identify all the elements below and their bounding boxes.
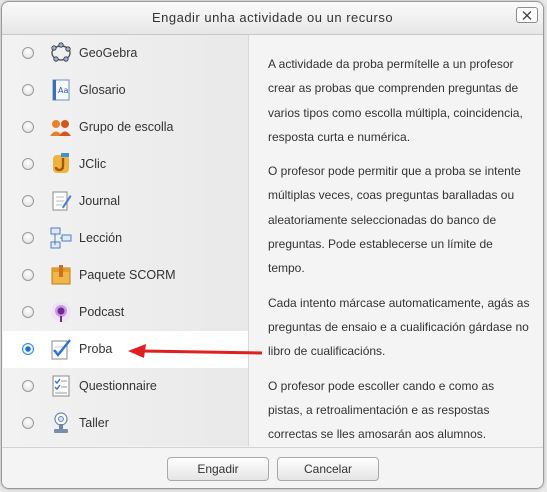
option-label: JClic bbox=[79, 157, 107, 171]
quiz-icon bbox=[51, 339, 71, 360]
radio-jclic[interactable] bbox=[22, 158, 34, 170]
dialog-titlebar: Engadir unha actividade ou un recurso bbox=[2, 2, 543, 35]
radio-podcast[interactable] bbox=[22, 306, 34, 318]
description-paragraph: Cada intento márcase automaticamente, ag… bbox=[268, 295, 530, 359]
dialog-footer: Engadir Cancelar bbox=[2, 447, 543, 488]
option-taller[interactable]: Taller bbox=[3, 405, 248, 442]
description-paragraph: O profesor pode permitir que a proba se … bbox=[268, 164, 521, 276]
lesson-icon bbox=[50, 227, 72, 249]
radio-taller[interactable] bbox=[22, 417, 34, 429]
radio-glosario[interactable] bbox=[22, 84, 34, 96]
option-label: Glosario bbox=[79, 83, 126, 97]
option-podcast[interactable]: Podcast bbox=[3, 294, 248, 331]
option-label: Grupo de escolla bbox=[79, 120, 174, 134]
radio-geogebra[interactable] bbox=[22, 47, 34, 59]
radio-paquete-scorm[interactable] bbox=[22, 269, 34, 281]
close-icon bbox=[522, 11, 532, 20]
option-label: Proba bbox=[79, 342, 113, 356]
add-button[interactable]: Engadir bbox=[167, 457, 269, 481]
podcast-icon bbox=[51, 302, 71, 322]
option-label: Lección bbox=[79, 231, 123, 245]
option-glosario[interactable]: Aa Glosario bbox=[3, 72, 248, 109]
option-journal[interactable]: Journal bbox=[3, 183, 248, 220]
option-label: Taller bbox=[79, 416, 109, 430]
option-label: Podcast bbox=[79, 305, 125, 319]
radio-journal[interactable] bbox=[22, 195, 34, 207]
option-label: Journal bbox=[79, 194, 120, 208]
activity-option-list: GeoGebra Aa Glosario Grupo de escolla JC… bbox=[3, 35, 249, 446]
dialog-title: Engadir unha actividade ou un recurso bbox=[151, 10, 394, 25]
option-paquete-scorm[interactable]: Paquete SCORM bbox=[3, 257, 248, 294]
glossary-icon: Aa bbox=[52, 79, 70, 101]
option-label: GeoGebra bbox=[79, 46, 138, 60]
cancel-button[interactable]: Cancelar bbox=[277, 457, 379, 481]
questionnaire-icon bbox=[52, 375, 70, 397]
scorm-package-icon bbox=[51, 265, 71, 285]
group-choice-icon bbox=[50, 120, 71, 136]
option-leccion[interactable]: Lección bbox=[3, 220, 248, 257]
description-paragraph: O profesor pode escoller cando e como as… bbox=[268, 378, 495, 442]
option-geogebra[interactable]: GeoGebra bbox=[3, 35, 248, 72]
jclic-icon bbox=[53, 153, 69, 173]
description-paragraph: A actividade da proba permítelle a un pr… bbox=[268, 57, 523, 144]
radio-questionnaire[interactable] bbox=[22, 380, 34, 392]
option-jclic[interactable]: JClic bbox=[3, 146, 248, 183]
option-questionnaire[interactable]: Questionnaire bbox=[3, 368, 248, 405]
option-label: Questionnaire bbox=[79, 379, 157, 393]
workshop-icon bbox=[54, 412, 68, 433]
radio-leccion[interactable] bbox=[22, 232, 34, 244]
add-activity-dialog: Engadir unha actividade ou un recurso Ge… bbox=[1, 1, 544, 489]
pointer-arrow-icon bbox=[128, 344, 263, 358]
activity-description: A actividade da proba permítelle a un pr… bbox=[268, 52, 530, 445]
radio-proba[interactable] bbox=[22, 343, 34, 355]
option-label: Paquete SCORM bbox=[79, 268, 176, 282]
journal-icon bbox=[52, 191, 72, 211]
radio-grupo-de-escolla[interactable] bbox=[22, 121, 34, 133]
svg-text:Aa: Aa bbox=[58, 86, 68, 95]
geogebra-icon bbox=[51, 42, 71, 62]
option-grupo-de-escolla[interactable]: Grupo de escolla bbox=[3, 109, 248, 146]
close-button[interactable] bbox=[516, 7, 538, 23]
